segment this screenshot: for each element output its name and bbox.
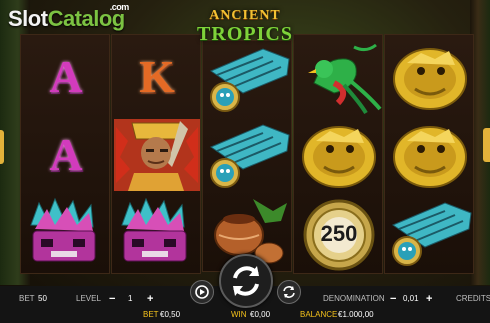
balance-row: BET €0,50 WIN €0,00 BALANCE €1.000,00 bbox=[0, 310, 490, 322]
headdress-icon bbox=[30, 197, 96, 262]
bet-value: 50 bbox=[38, 294, 47, 303]
symbol-a-letter: A bbox=[49, 51, 83, 102]
balance-value: €1.000,00 bbox=[338, 310, 374, 319]
spin-button[interactable] bbox=[219, 254, 273, 308]
bet-money-label: BET bbox=[143, 310, 159, 319]
golden-dragon-icon bbox=[302, 126, 376, 188]
denomination-label: DENOMINATION bbox=[323, 294, 385, 303]
symbol-a-letter: A bbox=[49, 129, 83, 180]
autoplay-button[interactable] bbox=[190, 280, 214, 304]
quick-spin-icon bbox=[283, 286, 295, 298]
watermark-suffix: .com bbox=[109, 2, 130, 12]
reel-5 bbox=[384, 34, 474, 274]
symbol-golden-calendar: 250 bbox=[294, 195, 384, 271]
watermark-slot: Slot bbox=[8, 6, 48, 31]
symbol-purple-headdress bbox=[21, 195, 111, 271]
balance-label: BALANCE bbox=[300, 310, 338, 319]
symbol-skull-necklace bbox=[203, 117, 293, 193]
reel-2: K bbox=[111, 34, 201, 274]
reel-4: 250 bbox=[293, 34, 383, 274]
bet-label: BET bbox=[19, 294, 35, 303]
symbol-golden-dragon bbox=[294, 117, 384, 193]
denomination-value: 0,01 bbox=[403, 294, 419, 303]
golden-dragon-icon bbox=[393, 48, 467, 110]
level-increase-button[interactable]: + bbox=[147, 294, 153, 305]
reel-1: A A bbox=[20, 34, 110, 274]
autoplay-icon bbox=[195, 285, 209, 299]
symbol-skull-necklace bbox=[203, 41, 293, 117]
symbol-k: K bbox=[112, 39, 202, 115]
headdress-icon bbox=[121, 197, 187, 262]
level-label: LEVEL bbox=[76, 294, 101, 303]
bet-money-value: €0,50 bbox=[160, 310, 181, 319]
level-decrease-button[interactable]: − bbox=[109, 294, 115, 305]
skull-necklace-icon bbox=[209, 48, 290, 112]
skull-necklace-icon bbox=[209, 124, 290, 188]
win-value: €0,00 bbox=[250, 310, 271, 319]
symbol-skull-necklace bbox=[385, 195, 475, 271]
denomination-decrease-button[interactable]: − bbox=[390, 294, 396, 305]
reel-3 bbox=[202, 40, 292, 272]
denomination-increase-button[interactable]: + bbox=[426, 294, 432, 305]
game-logo: ANCIENT TROPICS bbox=[195, 4, 295, 48]
info-panel-tab-right[interactable] bbox=[483, 128, 490, 162]
quetzal-bird-icon bbox=[308, 43, 382, 115]
symbol-purple-headdress bbox=[112, 195, 202, 271]
logo-line-ancient: ANCIENT bbox=[209, 8, 281, 23]
symbol-aztec-chief bbox=[112, 117, 202, 193]
golden-dragon-icon bbox=[393, 126, 467, 188]
logo-line-tropics: TROPICS bbox=[197, 23, 293, 45]
quick-spin-button[interactable] bbox=[277, 280, 301, 304]
calendar-value: 250 bbox=[320, 221, 358, 246]
symbol-quetzal-bird bbox=[294, 39, 384, 115]
spin-icon bbox=[233, 266, 259, 296]
symbol-k-letter: K bbox=[139, 51, 175, 102]
level-value: 1 bbox=[128, 294, 133, 303]
symbol-golden-dragon bbox=[385, 39, 475, 115]
symbol-a: A bbox=[21, 117, 111, 193]
info-panel-tab-left[interactable] bbox=[0, 130, 4, 164]
aztec-chief-icon bbox=[114, 119, 200, 191]
slotcatalog-watermark: SlotCatalog .com bbox=[8, 2, 129, 32]
credits-toggle[interactable]: CREDITS bbox=[456, 294, 490, 303]
win-label: WIN bbox=[231, 310, 247, 319]
symbol-a: A bbox=[21, 39, 111, 115]
skull-necklace-icon bbox=[391, 202, 472, 266]
symbol-golden-dragon bbox=[385, 117, 475, 193]
